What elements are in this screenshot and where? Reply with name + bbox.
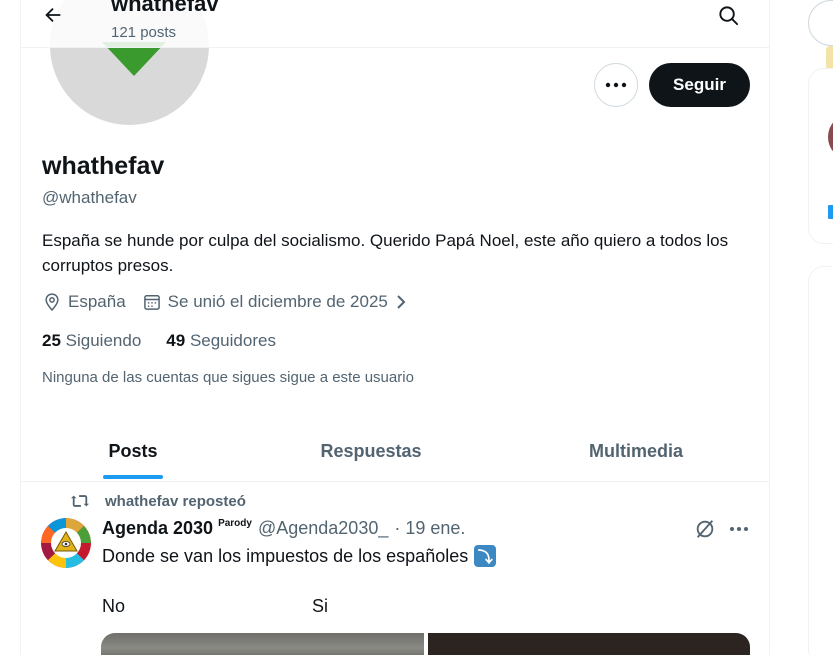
tab-posts[interactable]: Posts	[71, 421, 195, 481]
followers-link[interactable]: 49 Seguidores	[166, 331, 276, 351]
search-icon	[718, 5, 738, 25]
repost-context: whathefav reposteó	[69, 492, 246, 510]
profile-meta: España Se unió el diciembre de 2025	[42, 290, 424, 314]
post-media-left[interactable]	[101, 633, 424, 655]
post-text: Donde se van los impuestos de los españo…	[102, 545, 497, 567]
profile-bio: España se hunde por culpa del socialismo…	[42, 231, 729, 275]
chevron-right-icon	[397, 295, 406, 309]
header-title: whathefav	[111, 0, 219, 16]
tab-multimedia[interactable]: Multimedia	[571, 421, 701, 481]
active-tab-indicator	[103, 475, 163, 479]
following-count: 25	[42, 331, 61, 350]
profile-handle: @whathefav	[42, 188, 137, 207]
follow-button[interactable]: Seguir	[649, 63, 750, 107]
sidebar-card-accent	[826, 46, 833, 70]
followers-label: Seguidores	[189, 331, 276, 350]
mutual-followers-note: Ninguna de las cuentas que sigues sigue …	[42, 369, 414, 386]
sidebar-card-trends	[808, 266, 833, 655]
following-link[interactable]: 25 Siguiendo	[42, 331, 141, 351]
location-pin-icon	[45, 293, 59, 311]
parody-badge: Parody	[218, 518, 252, 529]
profile-name: whathefav	[42, 152, 165, 180]
more-horizontal-icon	[605, 82, 627, 88]
post-header: Agenda 2030 Parody @Agenda2030_ · 19 ene…	[102, 518, 465, 539]
more-horizontal-icon	[730, 527, 748, 531]
post-author-avatar[interactable]	[41, 518, 91, 568]
location-text: España	[68, 292, 126, 311]
sidebar-search-box[interactable]	[808, 0, 833, 46]
header-posts-count: 121 posts	[111, 24, 177, 41]
grok-icon	[696, 520, 714, 538]
joined-text: Se unió el diciembre de 2025	[167, 292, 388, 311]
post-author-handle[interactable]: @Agenda2030_	[258, 518, 388, 539]
arrow-left-icon	[45, 7, 61, 23]
profile-header-bar: whathefav 121 posts	[21, 0, 769, 48]
post-date[interactable]: · 19 ene.	[394, 518, 465, 539]
arrow-down-emoji: ⤵	[474, 545, 497, 567]
profile-location: España	[42, 292, 126, 312]
following-label: Siguiendo	[65, 331, 142, 350]
search-button[interactable]	[711, 0, 745, 30]
calendar-icon	[143, 295, 160, 310]
profile-more-button[interactable]	[594, 63, 638, 107]
sidebar-link-fragment[interactable]	[828, 205, 833, 219]
post-more-button[interactable]	[725, 517, 753, 541]
profile-joined[interactable]: Se unió el diciembre de 2025	[142, 292, 408, 312]
grok-button[interactable]	[693, 517, 717, 541]
followers-count: 49	[166, 331, 186, 350]
back-button[interactable]	[35, 0, 71, 30]
post-text-content: Donde se van los impuestos de los españo…	[102, 545, 469, 566]
follow-counts: 25 Siguiendo 49 Seguidores	[42, 331, 276, 351]
post-media-right[interactable]	[428, 633, 750, 655]
post-choice-right: Si	[312, 596, 329, 616]
sdg-wheel-avatar	[41, 518, 91, 568]
tab-respuestas[interactable]: Respuestas	[301, 421, 441, 481]
post-author-name[interactable]: Agenda 2030	[102, 518, 213, 539]
post-choice-left: No	[102, 596, 126, 616]
repost-label[interactable]: whathefav reposteó	[105, 493, 246, 510]
profile-column: whathefav 121 posts Seguir whathefav @wh…	[20, 0, 770, 655]
repost-icon	[71, 495, 89, 507]
profile-tabs: Posts Respuestas Multimedia	[21, 421, 769, 482]
